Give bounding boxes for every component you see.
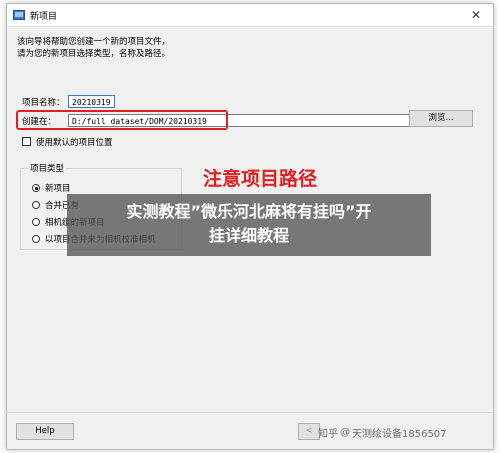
banner-line-1: 实测教程”微乐河北麻将有挂吗”开: [126, 202, 372, 221]
radio-indicator: [32, 235, 40, 243]
close-icon: ✕: [470, 8, 482, 22]
wizard-description: 该向导将帮助您创建一个新的项目文件， 请为您的新项目选择类型，名称及路径。: [17, 36, 170, 60]
watermark-brand: 知乎: [318, 429, 338, 440]
window-title: 新项目: [30, 12, 58, 22]
app-icon: [13, 10, 25, 20]
footer-separator: [6, 412, 492, 413]
description-line-2: 请为您的新项目选择类型，名称及路径。: [17, 49, 171, 59]
back-button[interactable]: <: [298, 423, 320, 440]
banner-line-2: 挂详细教程: [208, 226, 289, 245]
radio-indicator: [32, 184, 40, 192]
project-name-input[interactable]: 20210319: [68, 95, 115, 108]
default-location-label: 使用默认的项目位置: [36, 138, 113, 148]
radio-indicator: [32, 201, 40, 209]
path-annotation-text: 注意项目路径: [203, 168, 318, 190]
radio-new-project[interactable]: 新项目: [32, 182, 71, 194]
description-line-1: 该向导将帮助您创建一个新的项目文件，: [17, 37, 171, 47]
help-button[interactable]: Help: [16, 423, 74, 440]
path-highlight-box: [16, 110, 228, 130]
watermark: 知乎 @ 天测绘设备1856507: [318, 425, 447, 440]
radio-label: 新项目: [45, 184, 71, 194]
overlay-banner: 实测教程”微乐河北麻将有挂吗”开 挂详细教程: [67, 194, 431, 256]
close-button[interactable]: ✕: [463, 6, 489, 24]
watermark-user: 天测绘设备1856507: [352, 429, 447, 440]
browse-button[interactable]: 浏览...: [409, 110, 473, 127]
radio-indicator: [32, 218, 40, 226]
default-location-checkbox[interactable]: [22, 137, 31, 146]
project-type-title: 项目类型: [28, 162, 67, 174]
title-bar: 新项目 ✕: [7, 4, 493, 27]
watermark-at: @: [340, 427, 350, 438]
project-name-label: 项目名称：: [22, 98, 65, 108]
